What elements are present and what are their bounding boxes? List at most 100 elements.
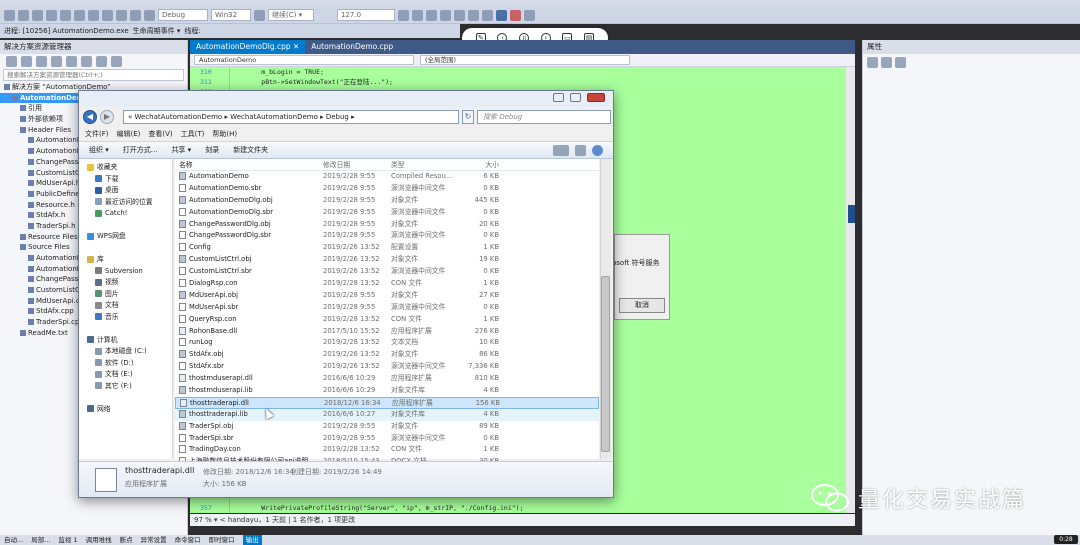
sync-icon[interactable] (51, 55, 62, 67)
file-row[interactable]: runLog 2019/2/28 13:52 文本文档 10 KB (175, 337, 599, 349)
editor-tab[interactable]: AutomationDemoDlg.cpp ✕ (190, 40, 306, 54)
refresh-icon[interactable] (66, 55, 77, 67)
address-bar[interactable]: « WechatAutomationDemo ▸ WechatAutomatio… (123, 110, 459, 124)
tool-window-tab[interactable]: 局部... (31, 535, 50, 545)
paste-icon[interactable] (116, 9, 127, 21)
file-row[interactable]: CustomListCtrl.sbr 2019/2/26 13:52 源浏览器中间文… (175, 266, 599, 278)
tool-window-tab[interactable]: 输出 (242, 535, 262, 545)
nav-item[interactable]: 其它 (F:) (79, 381, 172, 393)
save-all-icon[interactable] (74, 9, 85, 21)
file-row[interactable]: DialogRsp.con 2019/2/28 13:52 CON 文件 1 KB (175, 278, 599, 290)
configuration-select[interactable]: Debug (158, 9, 208, 21)
column-date[interactable]: 修改日期 (323, 159, 391, 170)
categorized-icon[interactable] (867, 57, 878, 68)
step-out-icon[interactable] (482, 9, 493, 21)
maximize-icon[interactable] (570, 93, 581, 102)
tool-window-tab[interactable]: 断点 (120, 535, 133, 545)
copy-icon[interactable] (102, 9, 113, 21)
tool-window-tab[interactable]: 即时窗口 (209, 535, 235, 545)
tool-window-tab[interactable]: 调用堆栈 (86, 535, 112, 545)
file-row[interactable]: CustomListCtrl.obj 2019/2/26 13:52 对象文件 19 … (175, 254, 599, 266)
file-row[interactable]: QueryRsp.con 2019/2/28 13:52 CON 文件 1 KB (175, 314, 599, 326)
file-row[interactable]: thostmduserapi.dll 2016/6/6 10:29 应用程序扩展 81… (175, 373, 599, 385)
help-icon[interactable] (592, 144, 603, 156)
column-type[interactable]: 类型 (391, 159, 457, 170)
tool-window-tab[interactable]: 自动... (4, 535, 23, 545)
nav-item[interactable]: Catch! (79, 208, 172, 220)
wrench-icon[interactable] (412, 9, 423, 21)
tool-window-tab[interactable]: 监视 1 (58, 535, 77, 545)
solution-search-input[interactable]: 搜索解决方案资源管理器(Ctrl+;) (3, 69, 184, 81)
debug-window-icon[interactable] (440, 9, 451, 21)
minimize-icon[interactable] (553, 93, 564, 102)
preview-pane-icon[interactable] (575, 144, 586, 156)
platform-select[interactable]: Win32 (211, 9, 251, 21)
command-button[interactable]: 刻录 (205, 145, 219, 155)
show-all-files-icon[interactable] (96, 55, 107, 67)
open-icon[interactable] (46, 9, 57, 21)
file-row[interactable]: TraderSpi.sbr 2019/2/28 9:55 源浏览器中间文件 0 KB (175, 433, 599, 445)
file-list-scroll-thumb[interactable] (601, 276, 610, 452)
cancel-button[interactable]: 取消 (619, 298, 665, 313)
continue-icon[interactable] (254, 9, 265, 21)
column-size[interactable]: 大小 (457, 159, 499, 170)
menu-item[interactable]: 帮助(H) (212, 128, 237, 141)
forward-icon[interactable] (18, 9, 29, 21)
nav-item[interactable]: 视频 (79, 277, 172, 289)
forward-icon[interactable] (21, 55, 32, 67)
undo-icon[interactable] (130, 9, 141, 21)
column-name[interactable]: 名称 (175, 159, 323, 170)
vs-menu-bar[interactable] (0, 0, 1080, 7)
file-row[interactable]: StdAfx.sbr 2019/2/26 13:52 源浏览器中间文件 7,336 K… (175, 361, 599, 373)
stop-icon[interactable] (510, 9, 521, 21)
back-icon[interactable] (4, 9, 15, 21)
file-row[interactable]: StdAfx.obj 2019/2/26 13:52 对象文件 86 KB (175, 349, 599, 361)
zoom-value-field[interactable]: 127.0 (337, 9, 395, 21)
nav-item[interactable]: 桌面 (79, 185, 172, 197)
file-row[interactable]: AutomationDemo 2019/2/28 9:55 Compiled Res… (175, 171, 599, 183)
file-row[interactable]: thosttraderapi.dll 2018/12/6 16:34 应用程序扩展 1… (175, 396, 599, 409)
wrench-icon[interactable] (111, 55, 122, 67)
file-row[interactable]: thosttraderapi.lib 2016/6/6 10:27 对象文件库 4 K… (175, 408, 599, 421)
nav-item[interactable]: 网络 (79, 404, 172, 416)
process-label[interactable]: 进程: [10256] AutomationDemo.exe (4, 26, 129, 36)
nav-item[interactable]: 音乐 (79, 312, 172, 324)
nav-item[interactable]: 收藏夹 (79, 162, 172, 174)
home-icon[interactable] (36, 55, 47, 67)
nav-item[interactable]: 文档 (79, 300, 172, 312)
file-row[interactable]: MdUserApi.obj 2019/2/28 9:55 对象文件 27 KB (175, 290, 599, 302)
debug-target-select[interactable]: 继续(C) ▾ (268, 9, 314, 21)
tool-window-tab[interactable]: 命令窗口 (175, 535, 201, 545)
wrench-icon[interactable] (895, 57, 906, 68)
back-icon[interactable] (6, 55, 17, 67)
step-into-icon[interactable] (454, 9, 465, 21)
file-row[interactable]: MdUserApi.sbr 2019/2/28 9:55 源浏览器中间文件 0 KB (175, 302, 599, 314)
back-icon[interactable]: ◀ (83, 110, 97, 124)
command-button[interactable]: 打开方式... (123, 145, 158, 155)
file-row[interactable]: AutomationDemoDlg.obj 2019/2/28 9:55 对象文件 4… (175, 195, 599, 207)
menu-item[interactable]: 查看(V) (148, 128, 172, 141)
breakpoint-icon[interactable] (398, 9, 409, 21)
close-icon[interactable] (587, 93, 605, 102)
forward-icon[interactable]: ▶ (100, 110, 114, 124)
file-row[interactable]: thostmduserapi.lib 2016/6/6 10:29 对象文件库 4 K… (175, 385, 599, 397)
file-row[interactable]: AutomationDemo.sbr 2019/2/28 9:55 源浏览器中间文件… (175, 183, 599, 195)
scrollbar-thumb[interactable] (848, 205, 855, 223)
class-select[interactable]: AutomationDemo (194, 55, 414, 65)
search-input[interactable]: 搜索 Debug (477, 110, 611, 124)
command-button[interactable]: 共享 ▾ (171, 145, 191, 155)
nav-item[interactable]: 本地磁盘 (C:) (79, 346, 172, 358)
nav-item[interactable]: WPS网盘 (79, 231, 172, 243)
menu-item[interactable]: 工具(T) (181, 128, 205, 141)
nav-item[interactable]: 文档 (E:) (79, 369, 172, 381)
file-row[interactable]: ChangePasswordDlg.obj 2019/2/28 9:55 对象文件 2… (175, 219, 599, 231)
file-row[interactable]: RohonBase.dll 2017/5/10 15:52 应用程序扩展 276 KB (175, 326, 599, 338)
nav-item[interactable]: 库 (79, 254, 172, 266)
menu-item[interactable]: 文件(F) (85, 128, 109, 141)
file-row[interactable]: TradingDay.con 2019/2/28 13:52 CON 文件 1 KB (175, 444, 599, 456)
nav-item[interactable]: 计算机 (79, 335, 172, 347)
tool-window-tab[interactable]: 异常设置 (141, 535, 167, 545)
editor-scrollbar[interactable] (846, 67, 855, 513)
window-titlebar[interactable] (79, 91, 613, 107)
collapse-all-icon[interactable] (81, 55, 92, 67)
